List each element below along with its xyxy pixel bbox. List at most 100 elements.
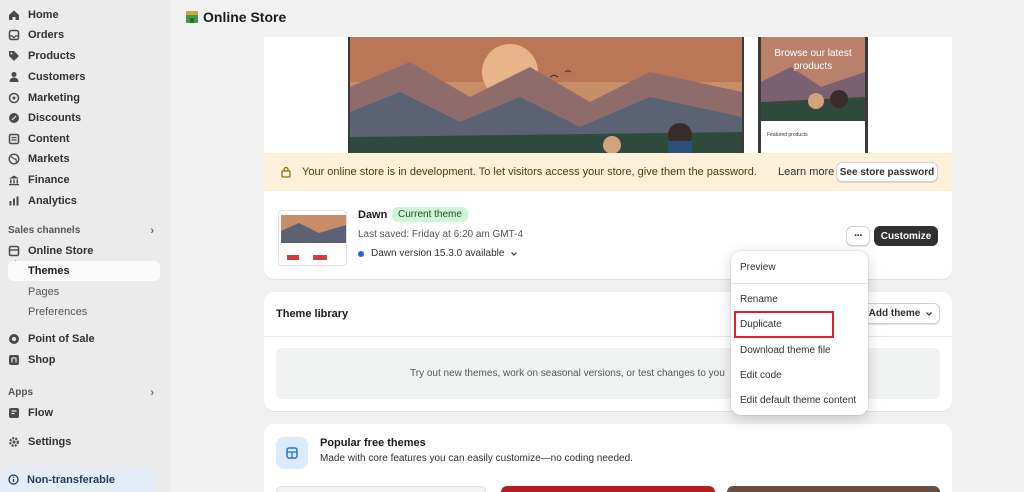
sidebar-item-label: Finance	[28, 174, 70, 186]
home-icon	[9, 10, 19, 20]
sidebar-item-orders[interactable]: Orders	[8, 25, 160, 45]
tag-icon	[9, 51, 19, 61]
sidebar-item-products[interactable]: Products	[8, 46, 160, 66]
library-empty-text: Try out new themes, work on seasonal ver…	[410, 368, 725, 379]
shop-icon	[9, 355, 19, 365]
sidebar-item-label: Pages	[28, 286, 60, 298]
sidebar-item-label: Customers	[28, 71, 86, 83]
sidebar-item-shop[interactable]: Shop	[8, 350, 160, 370]
status-dot-icon	[358, 250, 364, 257]
theme-thumbnail[interactable]	[278, 210, 347, 266]
add-theme-label: Add theme	[868, 308, 921, 319]
dev-store-banner: Your online store is in development. To …	[264, 153, 952, 191]
current-theme-badge: Current theme	[392, 207, 468, 222]
apps-header[interactable]: Apps ›	[8, 387, 154, 399]
flow-icon	[9, 408, 19, 418]
sidebar-item-label: Flow	[28, 407, 54, 419]
sidebar-item-online-store[interactable]: Online Store	[8, 241, 160, 261]
sidebar-item-preferences[interactable]: Preferences	[8, 302, 160, 322]
theme-store-icon	[276, 437, 308, 469]
more-actions-button[interactable]: ···	[846, 226, 870, 246]
sidebar-item-label: Online Store	[28, 245, 94, 257]
sidebar-item-finance[interactable]: Finance	[8, 170, 160, 190]
menu-divider	[731, 283, 868, 284]
apps-label: Apps	[8, 387, 33, 398]
sidebar-item-home[interactable]: Home	[8, 5, 160, 25]
duplicate-highlight-box	[734, 311, 834, 338]
menu-item-edit-code[interactable]: Edit code	[731, 365, 868, 385]
sales-channels-label: Sales channels	[8, 225, 81, 236]
menu-item-edit-default-theme-content[interactable]: Edit default theme content	[731, 390, 868, 410]
popular-theme-thumb[interactable]	[501, 486, 715, 492]
sidebar-item-customers[interactable]: Customers	[8, 67, 160, 87]
sidebar-item-label: Point of Sale	[28, 333, 95, 345]
banner-message: Your online store is in development. To …	[302, 166, 757, 178]
see-store-password-button[interactable]: See store password	[836, 162, 938, 182]
non-transferable-badge[interactable]: Non-transferable	[0, 467, 156, 492]
sidebar-item-settings[interactable]: Settings	[8, 432, 160, 452]
sidebar: Home Orders Products Customers Marketing…	[0, 0, 170, 492]
library-title: Theme library	[276, 308, 349, 320]
popular-themes-card: Popular free themes Made with core featu…	[264, 424, 952, 492]
chevron-down-icon	[511, 251, 518, 256]
thumbnail-image	[279, 211, 346, 260]
info-icon	[8, 474, 19, 485]
desktop-preview	[348, 37, 744, 153]
pos-icon	[9, 334, 19, 344]
online-store-icon	[186, 11, 198, 23]
lock-icon	[281, 166, 291, 178]
sidebar-item-discounts[interactable]: Discounts	[8, 108, 160, 128]
sidebar-item-label: Markets	[28, 153, 70, 165]
popular-theme-thumb[interactable]	[727, 486, 940, 492]
sidebar-item-pages[interactable]: Pages	[8, 282, 160, 302]
person-icon	[9, 72, 19, 82]
sidebar-item-content[interactable]: Content	[8, 129, 160, 149]
sidebar-item-point-of-sale[interactable]: Point of Sale	[8, 329, 160, 349]
mobile-preview: Browse our latest products Featured prod…	[758, 37, 868, 153]
sidebar-item-flow[interactable]: Flow	[8, 403, 160, 423]
sidebar-item-label: Content	[28, 133, 70, 145]
sidebar-item-label: Settings	[28, 436, 72, 448]
sidebar-item-label: Preferences	[28, 306, 88, 318]
chevron-down-icon	[926, 311, 933, 316]
globe-icon	[8, 153, 20, 165]
menu-item-download-theme-file[interactable]: Download theme file	[731, 340, 868, 360]
chevron-right-icon: ›	[150, 387, 154, 399]
chevron-right-icon: ›	[150, 225, 154, 237]
store-icon	[8, 245, 20, 257]
sidebar-item-analytics[interactable]: Analytics	[8, 191, 160, 211]
sidebar-item-label: Analytics	[28, 195, 77, 207]
popular-title: Popular free themes	[320, 437, 426, 449]
discount-icon	[9, 113, 19, 123]
sidebar-item-label: Themes	[28, 265, 70, 277]
theme-name: Dawn	[358, 209, 388, 221]
mobile-hero-title: Browse our latest products	[774, 48, 852, 72]
page-title-text: Online Store	[203, 9, 287, 25]
bank-icon	[9, 175, 19, 186]
last-saved-text: Last saved: Friday at 6:20 am GMT-4	[358, 229, 524, 240]
popular-description: Made with core features you can easily c…	[320, 453, 633, 464]
sidebar-item-label: Shop	[28, 354, 56, 366]
sales-channels-header[interactable]: Sales channels ›	[8, 225, 154, 237]
chart-icon	[9, 196, 19, 206]
featured-products-text: Featured products	[767, 132, 808, 138]
target-icon	[8, 92, 20, 104]
sidebar-item-themes[interactable]: Themes	[8, 261, 160, 281]
page-title: Online Store	[185, 9, 286, 25]
sidebar-item-marketing[interactable]: Marketing	[8, 88, 160, 108]
sidebar-item-label: Orders	[28, 29, 65, 41]
gear-icon	[9, 437, 19, 447]
add-theme-button[interactable]: Add theme	[862, 303, 940, 324]
orders-icon	[8, 29, 20, 41]
customize-button[interactable]: Customize	[874, 226, 938, 246]
popular-theme-thumb[interactable]	[276, 486, 486, 492]
menu-item-preview[interactable]: Preview	[731, 257, 868, 277]
sidebar-item-label: Home	[28, 9, 59, 21]
sidebar-item-markets[interactable]: Markets	[8, 149, 160, 169]
sidebar-item-label: Marketing	[28, 92, 80, 104]
sidebar-item-label: Discounts	[28, 112, 82, 124]
menu-item-rename[interactable]: Rename	[731, 289, 868, 309]
learn-more-link[interactable]: Learn more	[778, 166, 834, 178]
theme-preview[interactable]: Browse our latest products Featured prod…	[264, 37, 952, 153]
version-available[interactable]: Dawn version 15.3.0 available	[358, 248, 518, 259]
